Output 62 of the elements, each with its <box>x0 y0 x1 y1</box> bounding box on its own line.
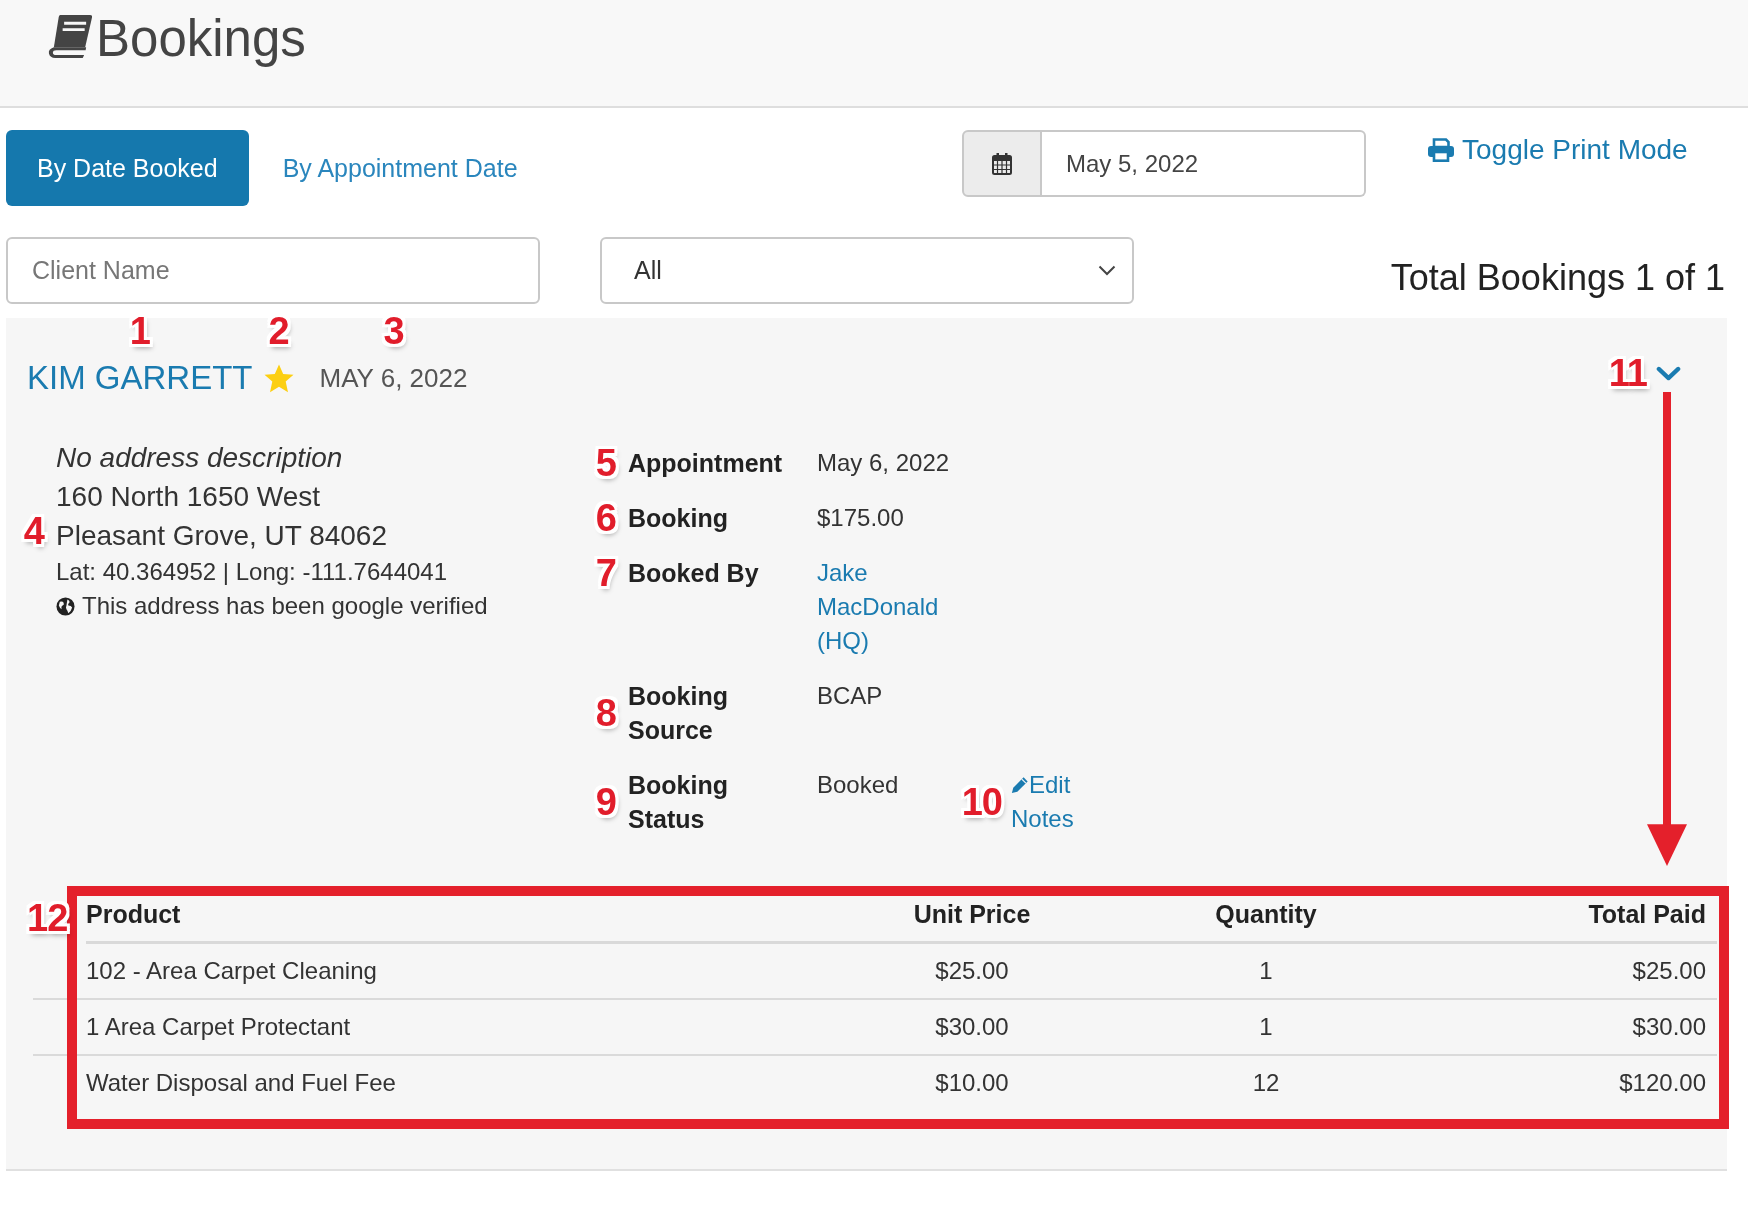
page-title: Bookings <box>96 13 306 65</box>
status-select[interactable]: All <box>600 237 1134 304</box>
callout-number: 1 <box>129 312 150 350</box>
address-description: No address description <box>56 441 343 475</box>
detail-label: Appointment <box>628 448 784 479</box>
column-header: Product <box>86 897 852 944</box>
detail-value: BCAP <box>817 681 884 711</box>
table-cell-text: 1 <box>1258 1012 1274 1042</box>
date-input[interactable]: May 5, 2022 <box>1042 130 1366 197</box>
detail-label: Booking <box>628 503 729 534</box>
verified-note: This address has been google verified <box>82 591 488 621</box>
table-cell-text: 12 <box>1251 1068 1281 1098</box>
calendar-button[interactable] <box>962 130 1042 197</box>
column-header: Total Paid <box>1440 897 1717 944</box>
column-header: Unit Price <box>852 897 1092 944</box>
detail-label: Booking Status <box>628 770 729 835</box>
table-cell-text: 102 - Area Carpet Cleaning <box>86 956 378 986</box>
detail-value: $175.00 <box>817 503 905 533</box>
chevron-down-icon[interactable] <box>1656 365 1681 381</box>
table-cell-text: $10.00 <box>934 1068 1010 1098</box>
callout-number: 12 <box>27 899 68 937</box>
callout-number: 8 <box>595 694 616 732</box>
coordinates-text: Lat: 40.364952 | Long: -111.7644041 <box>56 557 448 587</box>
view-tab[interactable]: By Appointment Date <box>251 130 549 206</box>
caret-down-icon <box>1098 265 1116 276</box>
table-cell-text: $25.00 <box>1631 956 1707 986</box>
pencil-icon <box>1011 776 1029 794</box>
view-tab[interactable]: By Date Booked <box>6 130 249 206</box>
callout-number: 4 <box>23 511 44 550</box>
table-cell-text: Water Disposal and Fuel Fee <box>86 1068 397 1098</box>
book-icon <box>46 14 93 59</box>
table-cell-text: $30.00 <box>934 1012 1010 1042</box>
detail-label: Booked By <box>628 558 760 589</box>
total-bookings-text: Total Bookings 1 of 1 <box>1390 256 1725 299</box>
address-line: 160 North 1650 West <box>56 480 321 514</box>
table-cell-text: 1 Area Carpet Protectant <box>86 1012 352 1042</box>
edit-notes-link[interactable]: Edit Notes <box>1011 768 1091 836</box>
table-cell-text: 1 <box>1258 956 1274 986</box>
client-name-link[interactable]: KIM GARRETT <box>27 358 253 398</box>
booking-date: MAY 6, 2022 <box>319 362 468 395</box>
calendar-icon <box>992 152 1012 175</box>
table-cell-text: $25.00 <box>934 956 1010 986</box>
globe-icon <box>56 596 75 616</box>
table-cell-text: $120.00 <box>1618 1068 1707 1098</box>
callout-number: 6 <box>595 499 616 537</box>
detail-label: Booking Source <box>628 681 729 746</box>
callout-number: 5 <box>595 444 616 482</box>
callout-number: 3 <box>383 312 404 350</box>
booked-by-link[interactable]: Jake MacDonald (HQ) <box>817 556 967 658</box>
detail-value: Booked <box>817 770 900 800</box>
callout-number: 2 <box>268 312 289 350</box>
address-line: Pleasant Grove, UT 84062 <box>56 519 387 553</box>
callout-number: 10 <box>961 783 1002 821</box>
printer-icon <box>1427 138 1455 162</box>
print-mode-link[interactable]: Toggle Print Mode <box>1427 130 1688 170</box>
callout-number: 7 <box>595 554 616 592</box>
table-cell-text: $30.00 <box>1631 1012 1707 1042</box>
callout-number: 9 <box>595 783 616 821</box>
callout-number: 11 <box>1608 354 1647 392</box>
column-header: Quantity <box>1092 897 1440 944</box>
client-name-input[interactable]: Client Name <box>6 237 540 304</box>
detail-value: May 6, 2022 <box>817 448 951 478</box>
